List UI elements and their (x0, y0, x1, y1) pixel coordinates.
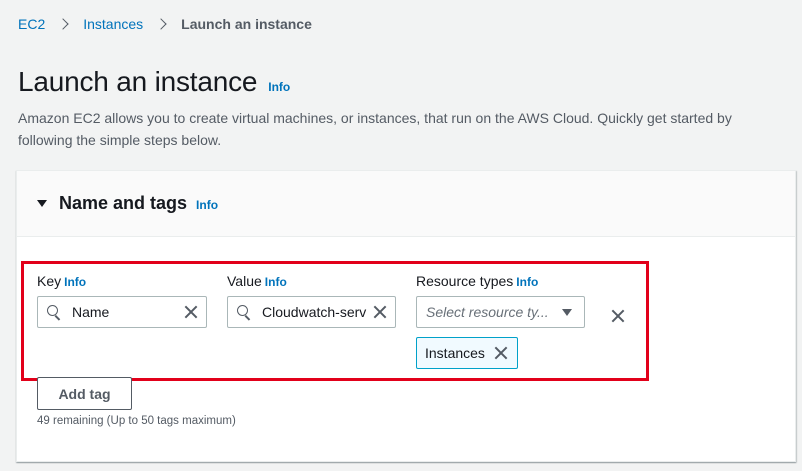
breadcrumb-current: Launch an instance (181, 16, 312, 32)
page-header: Launch an instance Info (18, 66, 290, 98)
key-input[interactable]: Name (37, 296, 207, 328)
value-input-value[interactable]: Cloudwatch-serv (262, 304, 373, 320)
resource-types-info-link[interactable]: Info (516, 275, 538, 289)
key-label: Key Info (37, 273, 87, 289)
key-info-link[interactable]: Info (64, 275, 86, 289)
remove-tag-icon[interactable] (611, 309, 625, 323)
section-info-link[interactable]: Info (196, 198, 218, 212)
resource-types-select[interactable]: Select resource ty... (416, 296, 585, 328)
resource-types-placeholder[interactable]: Select resource ty... (426, 304, 562, 320)
chevron-right-icon (155, 18, 167, 30)
search-icon (47, 305, 61, 319)
breadcrumb-instances[interactable]: Instances (83, 16, 143, 32)
section-title: Name and tags (59, 193, 188, 213)
breadcrumb-ec2[interactable]: EC2 (18, 16, 45, 32)
caret-down-icon[interactable] (562, 308, 572, 316)
name-and-tags-panel: Name and tags Info Key Info Name Value Inf… (16, 170, 796, 462)
clear-icon[interactable] (373, 305, 387, 319)
tags-remaining-text: 49 remaining (Up to 50 tags maximum) (37, 415, 236, 427)
key-input-value[interactable]: Name (72, 304, 184, 320)
dismiss-token-icon[interactable] (494, 346, 508, 360)
add-tag-button[interactable]: Add tag (37, 377, 132, 410)
token-label: Instances (425, 345, 485, 361)
page-description: Amazon EC2 allows you to create virtual … (18, 110, 732, 148)
page-title: Launch an instance (18, 66, 258, 97)
value-info-link[interactable]: Info (265, 275, 287, 289)
panel-header[interactable]: Name and tags Info (17, 171, 795, 237)
resource-types-label: Resource types Info (416, 273, 539, 289)
chevron-right-icon (57, 18, 69, 30)
value-input[interactable]: Cloudwatch-serv (227, 296, 396, 328)
caret-down-icon[interactable] (37, 200, 47, 207)
page-info-link[interactable]: Info (268, 80, 290, 94)
value-label: Value Info (227, 273, 287, 289)
breadcrumb: EC2 Instances Launch an instance (18, 16, 312, 32)
resource-type-token: Instances (416, 337, 518, 369)
clear-icon[interactable] (184, 305, 198, 319)
search-icon (237, 305, 251, 319)
